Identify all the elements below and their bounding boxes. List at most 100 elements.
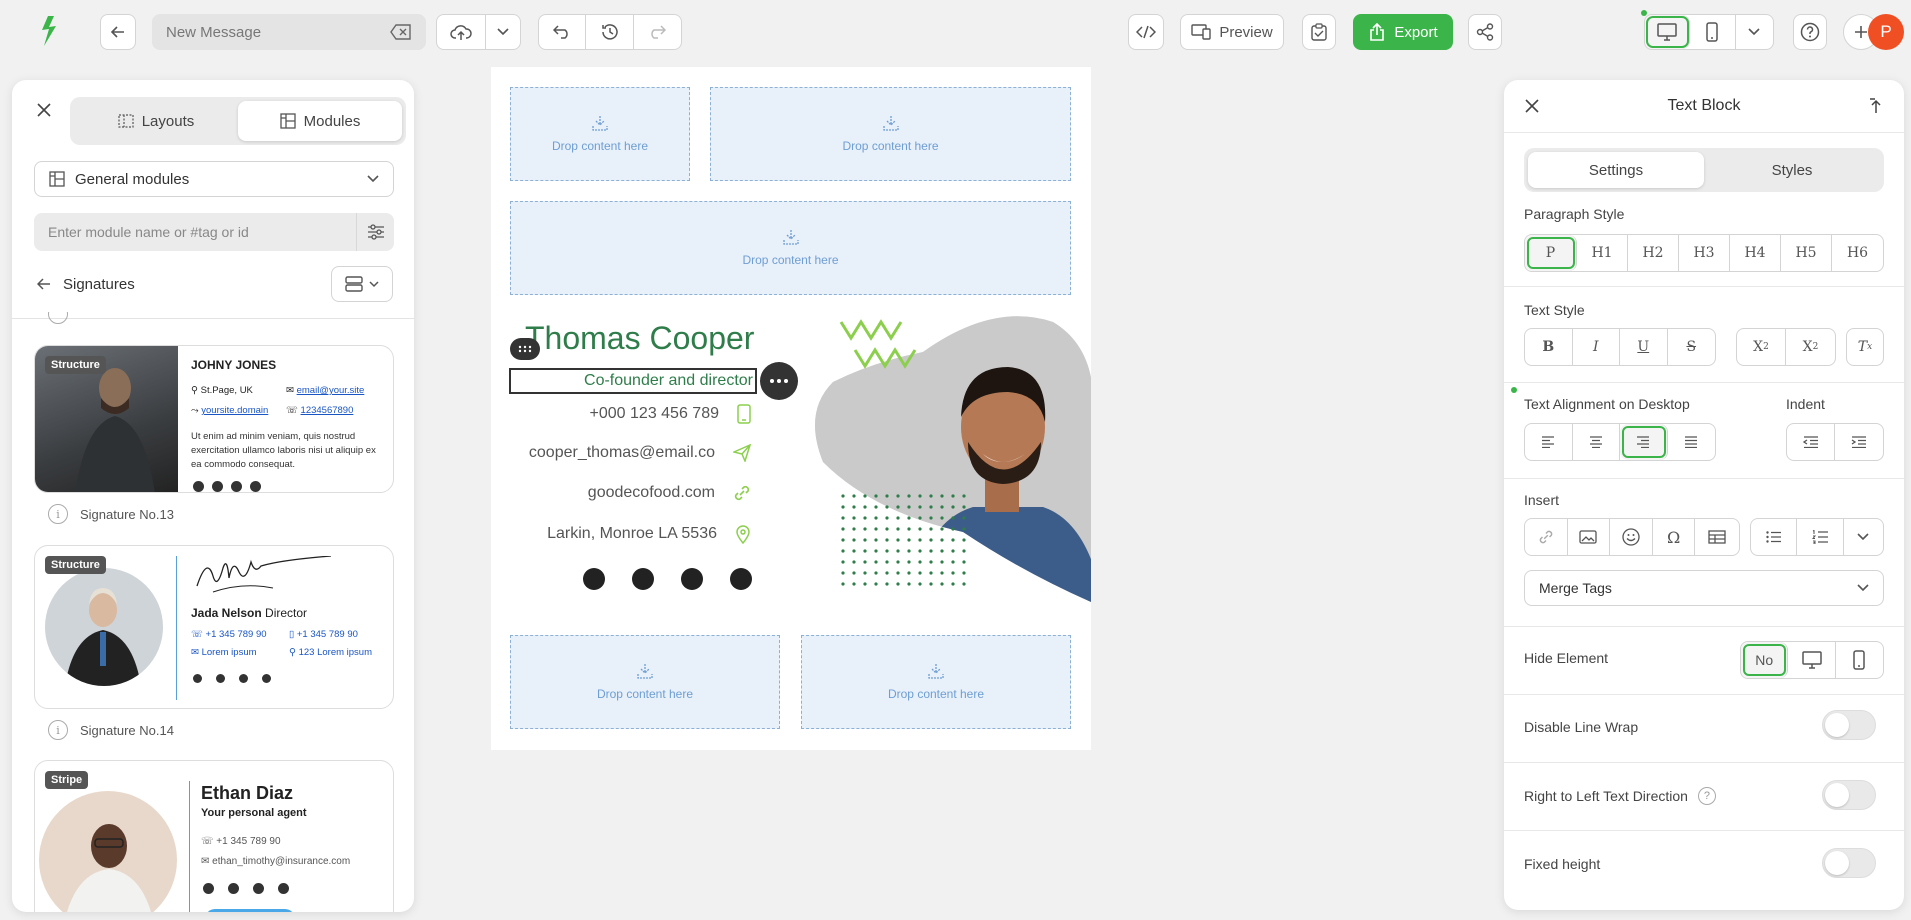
back-button[interactable] [100,14,136,50]
redo-button[interactable] [634,15,681,49]
paragraph-style-h1[interactable]: H1 [1577,235,1628,271]
align-center-button[interactable] [1573,424,1620,460]
module-card-stripe[interactable]: Stripe Ethan Diaz Your personal agent ☏ … [34,760,394,912]
view-mode-select[interactable] [331,266,393,302]
drop-zone[interactable]: Drop content here [510,201,1071,295]
export-button[interactable]: Export [1353,14,1453,50]
paragraph-style-p[interactable]: P [1525,235,1577,271]
image-icon [1579,530,1598,544]
hide-mobile-button[interactable] [1836,642,1883,678]
collapse-panel-button[interactable] [1866,96,1886,116]
tab-styles[interactable]: Styles [1704,152,1880,188]
phone-icon [737,404,751,424]
tab-layouts[interactable]: Layouts [74,101,238,141]
paragraph-style-h5[interactable]: H5 [1781,235,1832,271]
paragraph-style-h4[interactable]: H4 [1730,235,1781,271]
help-button[interactable] [1793,14,1827,50]
insert-emoji-button[interactable] [1610,519,1653,555]
twitter-icon[interactable] [632,568,654,590]
desktop-view-button[interactable] [1645,15,1691,49]
facebook-icon[interactable] [583,568,605,590]
module-tag: Structure [45,356,106,374]
rtl-help-icon[interactable]: ? [1697,787,1716,805]
back-to-categories-button[interactable] [36,276,52,292]
insert-special-char-button[interactable]: Ω [1653,519,1696,555]
more-icon [770,379,788,383]
drop-zone[interactable]: Drop content here [510,635,780,729]
tab-settings[interactable]: Settings [1528,152,1704,188]
block-actions-button[interactable] [760,362,798,400]
signature-block: Thomas Cooper Co-founder and director +0… [491,312,1091,612]
preview-button[interactable]: Preview [1180,14,1284,50]
insert-image-button[interactable] [1568,519,1611,555]
signature-divider [176,556,177,700]
module-search-placeholder: Enter module name or #tag or id [48,224,249,240]
signature-phone: +1 345 789 90 [216,836,281,847]
merge-tags-select[interactable]: Merge Tags [1524,570,1884,606]
signature-text-1: Lorem ipsum [201,647,257,658]
drop-icon [592,116,608,131]
save-options-dropdown[interactable] [486,15,520,49]
test-button[interactable] [1302,14,1336,50]
underline-button[interactable]: U [1620,329,1668,365]
list-options-dropdown[interactable] [1844,519,1883,555]
app-logo[interactable] [38,14,60,48]
desktop-icon [1657,23,1677,41]
divider [1504,830,1904,831]
user-avatar[interactable]: P [1868,14,1904,50]
youtube-icon[interactable] [730,568,752,590]
code-editor-button[interactable] [1128,14,1164,50]
drop-zone[interactable]: Drop content here [710,87,1071,181]
tab-modules[interactable]: Modules [238,101,402,141]
indent-button[interactable] [1835,424,1883,460]
message-name-input[interactable]: New Message [152,14,426,50]
strikethrough-button[interactable]: S [1668,329,1715,365]
category-select[interactable]: General modules [34,161,394,197]
drop-zone[interactable]: Drop content here [510,87,690,181]
hide-none-button[interactable]: No [1741,642,1789,678]
divider [1504,382,1904,383]
paragraph-style-h3[interactable]: H3 [1679,235,1730,271]
italic-button[interactable]: I [1573,329,1620,365]
align-left-button[interactable] [1525,424,1573,460]
view-options-dropdown[interactable] [1736,15,1773,49]
align-justify-button[interactable] [1668,424,1715,460]
module-search-input[interactable]: Enter module name or #tag or id [34,213,394,251]
version-history-button[interactable] [586,15,634,49]
drop-zone[interactable]: Drop content here [801,635,1071,729]
close-panel-button[interactable] [34,100,54,120]
paragraph-style-h2[interactable]: H2 [1628,235,1679,271]
subscript-button[interactable]: X2 [1737,329,1787,365]
undo-button[interactable] [539,15,587,49]
info-icon[interactable]: i [48,504,68,524]
clear-input-icon[interactable] [390,24,412,40]
share-button[interactable] [1468,14,1502,50]
bold-button[interactable]: B [1525,329,1573,365]
insert-link-button[interactable] [1525,519,1568,555]
module-card-signature-13[interactable]: Structure JOHNY JONES ⚲ St.Page, UK ✉ ema… [34,345,394,493]
mobile-view-button[interactable] [1690,15,1736,49]
numbered-list-button[interactable] [1797,519,1844,555]
disable-line-wrap-toggle[interactable] [1822,710,1876,740]
rtl-toggle[interactable] [1822,780,1876,810]
align-right-icon [1637,436,1650,448]
hide-desktop-button[interactable] [1788,642,1836,678]
chevron-down-icon [1857,584,1869,592]
insert-table-button[interactable] [1695,519,1739,555]
info-icon[interactable]: i [48,720,68,740]
status-dot [1641,10,1647,16]
align-right-button[interactable] [1620,424,1668,460]
module-card-signature-14[interactable]: Structure Jada Nelson Director ☏ +1 345 … [34,545,394,709]
save-to-cloud-button[interactable] [437,15,486,49]
outdent-button[interactable] [1787,424,1836,460]
filter-button[interactable] [356,213,394,251]
superscript-button[interactable]: X2 [1786,329,1835,365]
bulleted-list-button[interactable] [1751,519,1798,555]
clear-formatting-button[interactable]: Tx [1847,329,1883,365]
paragraph-style-h6[interactable]: H6 [1832,235,1883,271]
contact-address: Larkin, Monroe LA 5536 [547,524,751,544]
instagram-icon[interactable] [681,568,703,590]
signature-handwritten [193,556,333,598]
fixed-height-toggle[interactable] [1822,848,1876,878]
signature-name: JOHNY JONES [191,358,277,372]
